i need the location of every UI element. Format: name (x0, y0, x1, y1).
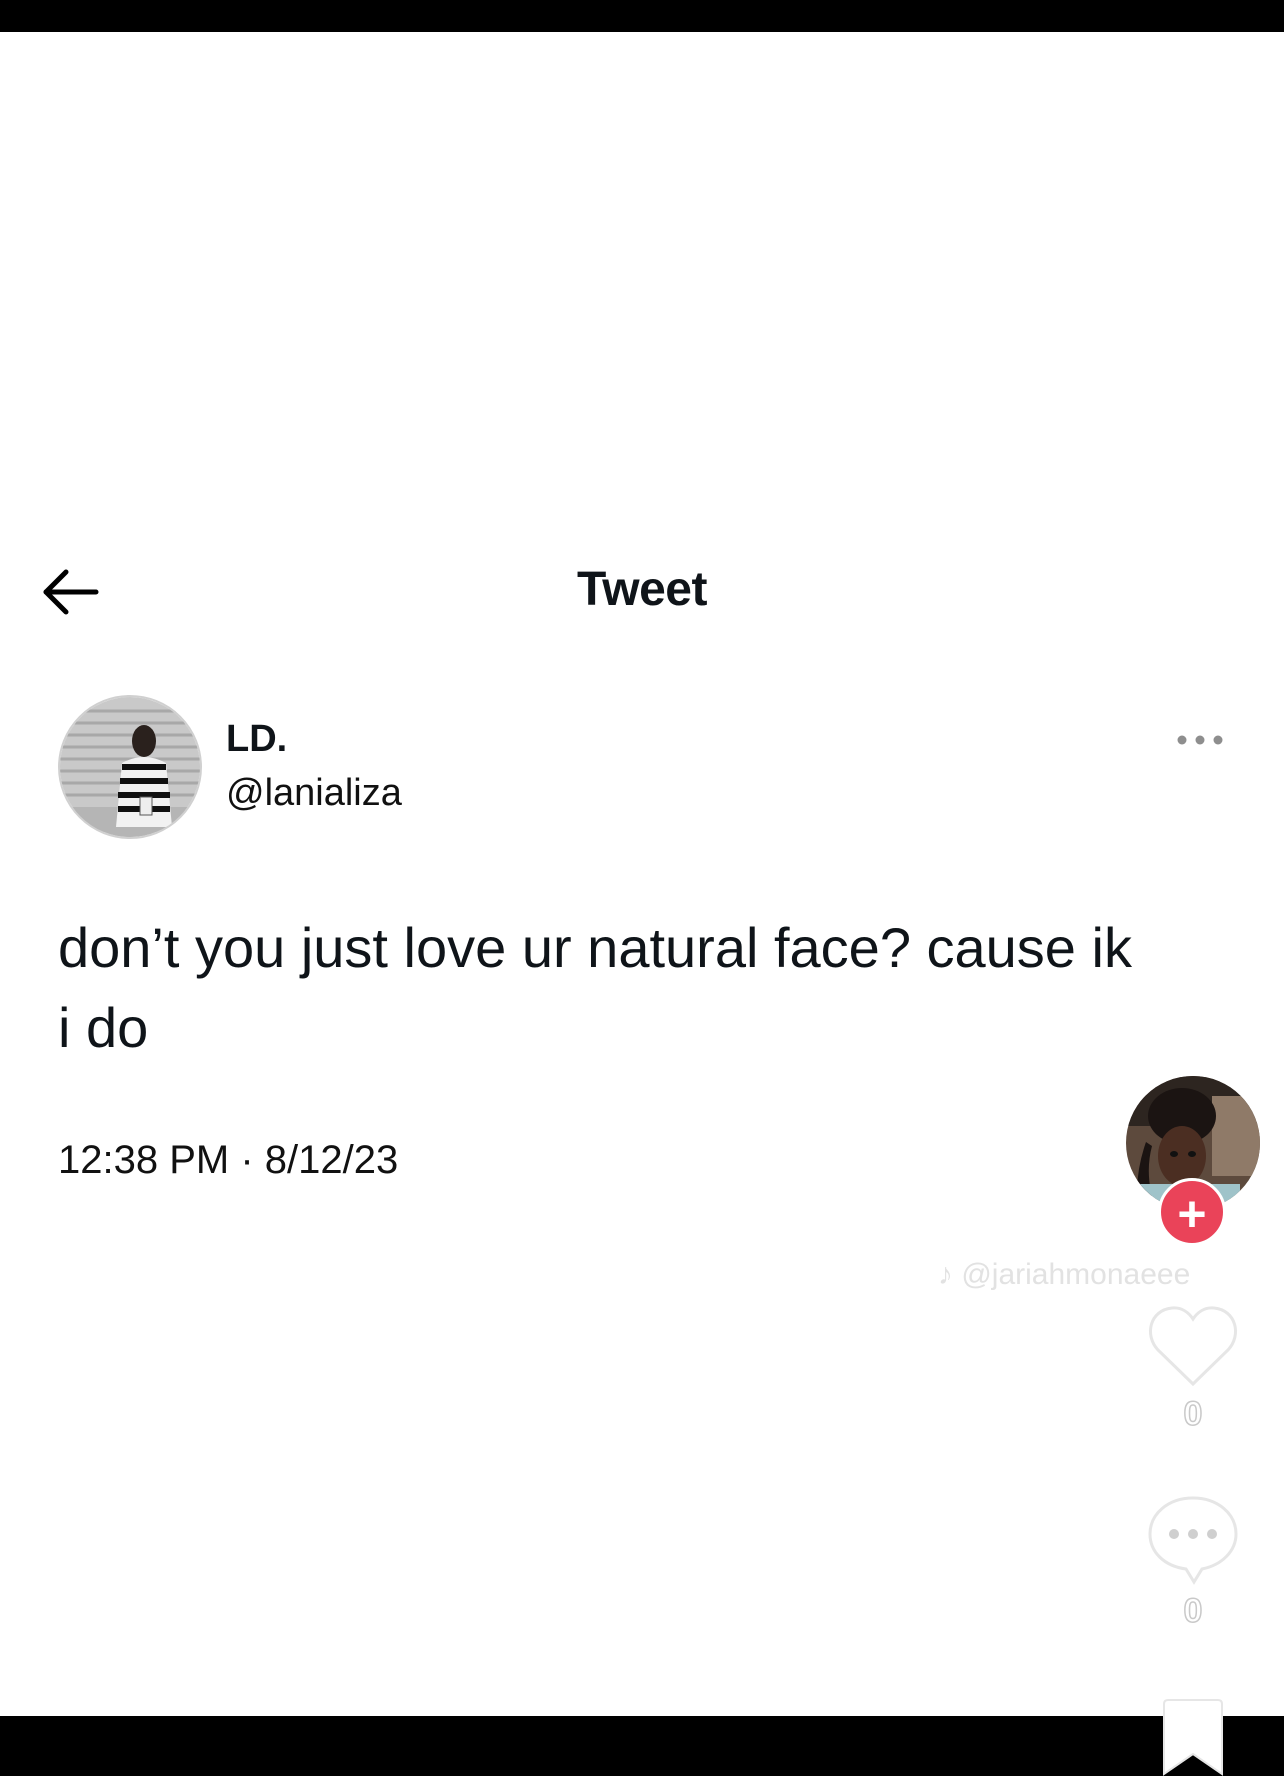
heart-icon (1149, 1306, 1237, 1387)
status-bar (0, 0, 1284, 32)
tweet-timestamp: 12:38 PM · 8/12/23 (58, 1138, 399, 1182)
author-avatar-image (60, 697, 200, 837)
comment-bubble-icon (1148, 1496, 1238, 1585)
more-options-button[interactable] (1172, 728, 1228, 752)
bottom-bar (0, 1716, 1284, 1776)
page-title: Tweet (577, 563, 707, 616)
comment-button[interactable] (1146, 1494, 1240, 1586)
tiktok-logo-icon: ♪ (938, 1258, 953, 1291)
like-button[interactable] (1148, 1304, 1238, 1388)
watermark: ♪ @jariahmonaeee (938, 1258, 1190, 1292)
bookmark-icon (1163, 1699, 1223, 1776)
tweet-text: don’t you just love ur natural face? cau… (58, 908, 1238, 1068)
author-handle[interactable]: @lanializa (226, 772, 402, 815)
tweet-text-line: i do (58, 996, 149, 1059)
author-name[interactable]: LD. (226, 718, 287, 761)
ellipsis-icon (1177, 735, 1223, 745)
watermark-handle: @jariahmonaeee (961, 1258, 1191, 1291)
like-count: 0 (1183, 1394, 1203, 1434)
follow-button[interactable]: + (1158, 1178, 1226, 1246)
comment-count: 0 (1183, 1591, 1203, 1631)
bookmark-button[interactable] (1160, 1698, 1226, 1776)
author-avatar[interactable] (58, 695, 202, 839)
tweet-text-line: don’t you just love ur natural face? cau… (58, 916, 1132, 979)
